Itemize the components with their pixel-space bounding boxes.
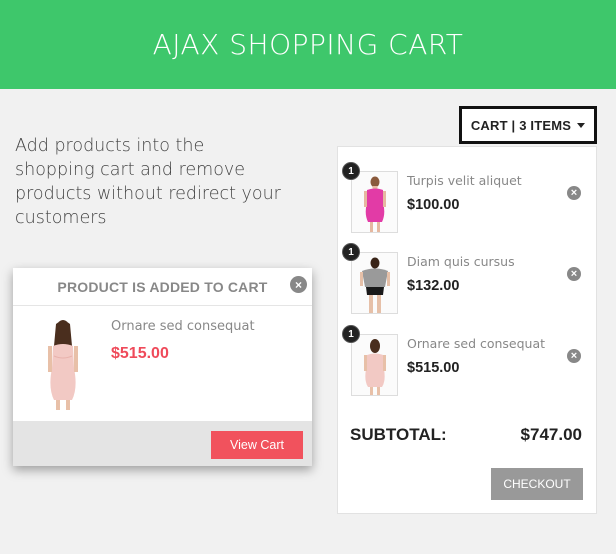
subtotal-value: $747.00 bbox=[520, 425, 582, 444]
item-name[interactable]: Ornare sed consequat bbox=[407, 336, 545, 351]
page-title: AJAX SHOPPING CART bbox=[152, 28, 464, 61]
subtotal-label: SUBTOTAL: bbox=[350, 425, 447, 444]
cart-item: 1 Diam quis cursus $132.00 × bbox=[338, 243, 598, 322]
popup-product-price: $515.00 bbox=[111, 345, 169, 362]
item-price: $100.00 bbox=[407, 197, 460, 213]
close-icon[interactable]: × bbox=[290, 276, 307, 293]
popup-title: PRODUCT IS ADDED TO CART bbox=[13, 268, 312, 306]
page-header: AJAX SHOPPING CART bbox=[0, 0, 616, 89]
remove-item-icon[interactable]: × bbox=[567, 349, 581, 363]
product-thumbnail[interactable] bbox=[351, 252, 398, 314]
intro-text: Add products into the shopping cart and … bbox=[15, 136, 281, 228]
item-price: $132.00 bbox=[407, 278, 460, 294]
product-image bbox=[34, 316, 92, 412]
caret-down-icon bbox=[577, 123, 586, 128]
popup-footer: View Cart bbox=[13, 421, 312, 466]
product-thumbnail[interactable] bbox=[351, 171, 398, 233]
cart-toggle-button[interactable]: CART | 3 ITEMS bbox=[459, 106, 597, 144]
added-to-cart-popup: PRODUCT IS ADDED TO CART × Ornare sed co… bbox=[13, 268, 312, 466]
item-name[interactable]: Diam quis cursus bbox=[407, 254, 515, 269]
item-price: $515.00 bbox=[407, 360, 460, 376]
product-thumbnail[interactable] bbox=[351, 334, 398, 396]
quantity-badge: 1 bbox=[342, 243, 360, 261]
quantity-badge: 1 bbox=[342, 325, 360, 343]
popup-product-name[interactable]: Ornare sed consequat bbox=[111, 319, 255, 334]
remove-item-icon[interactable]: × bbox=[567, 267, 581, 281]
view-cart-button[interactable]: View Cart bbox=[211, 431, 303, 459]
cart-dropdown: 1 Turpis velit aliquet $100.00 × 1 Diam … bbox=[337, 146, 597, 514]
cart-toggle-label: CART | 3 ITEMS bbox=[470, 117, 572, 133]
remove-item-icon[interactable]: × bbox=[567, 186, 581, 200]
cart-item: 1 Ornare sed consequat $515.00 × bbox=[338, 325, 598, 404]
item-name[interactable]: Turpis velit aliquet bbox=[407, 173, 522, 188]
quantity-badge: 1 bbox=[342, 162, 360, 180]
checkout-button[interactable]: CHECKOUT bbox=[491, 468, 583, 500]
cart-item: 1 Turpis velit aliquet $100.00 × bbox=[338, 162, 598, 241]
